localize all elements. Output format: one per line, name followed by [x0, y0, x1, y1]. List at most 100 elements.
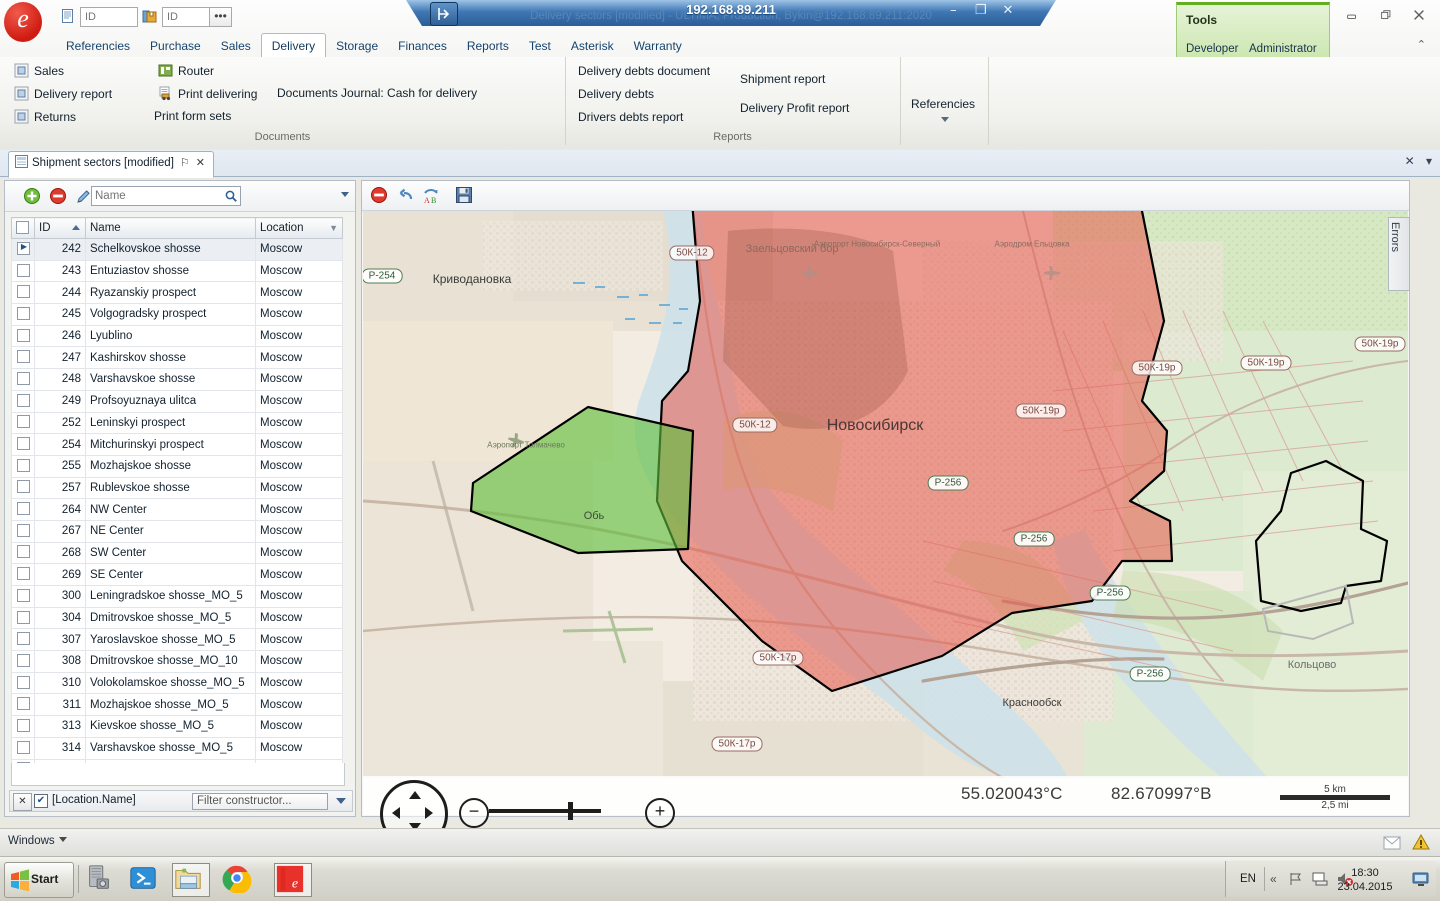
collapse-ribbon-button[interactable]: ⌃ [1417, 38, 1426, 51]
ribbon-item-router[interactable]: Router [158, 63, 214, 78]
taskbar-item-explorer[interactable] [172, 863, 210, 897]
cell-location[interactable]: Moscow [256, 499, 343, 521]
cell-location[interactable]: Moscow [256, 239, 343, 261]
cell-name[interactable]: Volgogradsky prospect [86, 304, 256, 326]
row-select-cell[interactable] [12, 369, 35, 391]
cell-location[interactable]: Moscow [256, 694, 343, 716]
cell-id[interactable]: 307 [35, 629, 86, 651]
column-header-location[interactable]: Location▼ [256, 218, 343, 239]
row-select-cell[interactable] [12, 260, 35, 282]
row-checkbox[interactable] [17, 676, 30, 689]
table-row[interactable]: 254Mitchurinskyi prospectMoscow [12, 434, 343, 456]
zoom-slider-track[interactable] [489, 809, 601, 813]
row-checkbox[interactable] [17, 394, 30, 407]
cell-name[interactable]: Volokolamskoe shosse_MO_5 [86, 672, 256, 694]
tab-purchase[interactable]: Purchase [140, 34, 211, 59]
row-checkbox[interactable] [17, 632, 30, 645]
delete-sector-button[interactable] [370, 186, 388, 204]
main-minimize-button[interactable] [1337, 8, 1367, 25]
table-row[interactable]: 257Rublevskoe shosseMoscow [12, 477, 343, 499]
network-icon[interactable] [1288, 871, 1304, 890]
ribbon-item-delivery-report[interactable]: Delivery report [14, 86, 112, 101]
pan-right-icon[interactable] [425, 807, 433, 819]
table-row[interactable]: 243Entuziastov shosseMoscow [12, 260, 343, 282]
taskbar-item-server-manager[interactable] [84, 863, 120, 895]
tab-storage[interactable]: Storage [326, 34, 388, 59]
taskbar-item-powershell[interactable] [128, 863, 164, 895]
main-close-button[interactable] [1404, 8, 1434, 25]
pin-icon[interactable]: ⚐ [180, 152, 190, 175]
row-checkbox[interactable] [17, 329, 30, 342]
cell-location[interactable]: Moscow [256, 347, 343, 369]
table-row[interactable]: 310Volokolamskoe shosse_MO_5Moscow [12, 672, 343, 694]
cell-id[interactable]: 246 [35, 325, 86, 347]
errors-side-tab[interactable]: Errors [1388, 217, 1410, 291]
cell-name[interactable]: Lyublino [86, 325, 256, 347]
ribbon-item-shipment-report[interactable]: Shipment report [740, 72, 825, 86]
row-select-cell[interactable] [12, 694, 35, 716]
cell-location[interactable]: Moscow [256, 412, 343, 434]
map-canvas[interactable]: КриводановкаНовосибирскЗаельцовский борА… [363, 211, 1408, 778]
cell-location[interactable]: Moscow [256, 282, 343, 304]
row-checkbox[interactable] [17, 697, 30, 710]
cell-id[interactable]: 245 [35, 304, 86, 326]
row-checkbox[interactable] [17, 589, 30, 602]
row-select-cell[interactable] [12, 347, 35, 369]
cell-name[interactable]: Profsoyuznaya ulitca [86, 390, 256, 412]
row-select-cell[interactable] [12, 737, 35, 759]
new-document-icon[interactable] [60, 8, 78, 26]
tab-asterisk[interactable]: Asterisk [561, 34, 624, 59]
cell-location[interactable]: Moscow [256, 629, 343, 651]
cell-location[interactable]: Moscow [256, 737, 343, 759]
cell-location[interactable]: Moscow [256, 716, 343, 738]
row-select-cell[interactable] [12, 564, 35, 586]
ribbon-item-drivers-debts-report[interactable]: Drivers debts report [578, 110, 683, 124]
row-select-cell[interactable] [12, 499, 35, 521]
row-checkbox[interactable] [17, 372, 30, 385]
zoom-slider-thumb[interactable] [568, 802, 573, 820]
document-menu-button[interactable]: ▾ [1426, 154, 1432, 168]
row-checkbox[interactable] [17, 480, 30, 493]
row-checkbox[interactable] [17, 545, 30, 558]
document-id-input[interactable] [80, 7, 138, 27]
cell-name[interactable]: Mozhajskoe shosse [86, 455, 256, 477]
start-button[interactable]: Start [4, 862, 74, 898]
chevron-down-icon[interactable] [941, 117, 949, 122]
grid-new-row[interactable] [11, 763, 345, 786]
grid-toolbar-dropdown[interactable] [341, 192, 349, 197]
table-row[interactable]: 244Ryazanskiy prospectMoscow [12, 282, 343, 304]
filter-enabled-checkbox[interactable]: ✔ [34, 794, 48, 808]
undo-button[interactable] [397, 186, 415, 204]
search-box[interactable] [91, 186, 241, 206]
close-button[interactable]: ✕ [996, 3, 1020, 18]
ribbon-item-returns[interactable]: Returns [14, 109, 76, 124]
ribbon-item-referencies[interactable]: Referencies [911, 97, 975, 111]
taskbar-item-ultima[interactable]: e [274, 863, 312, 897]
cell-id[interactable]: 310 [35, 672, 86, 694]
cell-id[interactable]: 268 [35, 542, 86, 564]
row-checkbox[interactable] [17, 719, 30, 732]
table-row[interactable]: 308Dmitrovskoe shosse_MO_10Moscow [12, 651, 343, 673]
cell-id[interactable]: 244 [35, 282, 86, 304]
cell-id[interactable]: 254 [35, 434, 86, 456]
cell-location[interactable]: Moscow [256, 390, 343, 412]
cell-location[interactable]: Moscow [256, 586, 343, 608]
row-checkbox[interactable] [17, 459, 30, 472]
message-icon[interactable] [1383, 839, 1404, 853]
cell-id[interactable]: 252 [35, 412, 86, 434]
cell-name[interactable]: Rublevskoe shosse [86, 477, 256, 499]
select-all-header[interactable] [12, 218, 35, 239]
cell-id[interactable]: 249 [35, 390, 86, 412]
row-checkbox[interactable] [17, 502, 30, 515]
ribbon-item-sales[interactable]: Sales [14, 63, 64, 78]
minimize-button[interactable]: – [941, 3, 965, 18]
cell-location[interactable]: Moscow [256, 477, 343, 499]
cell-name[interactable]: Mitchurinskyi prospect [86, 434, 256, 456]
cell-name[interactable]: Leningradskoe shosse_MO_5 [86, 586, 256, 608]
cell-name[interactable]: Kashirskov shosse [86, 347, 256, 369]
delete-record-button[interactable] [49, 187, 67, 205]
table-row[interactable]: 255Mozhajskoe shosseMoscow [12, 455, 343, 477]
ribbon-item-print-form-sets[interactable]: Print form sets [154, 109, 231, 123]
row-checkbox[interactable] [17, 567, 30, 580]
cell-name[interactable]: Ryazanskiy prospect [86, 282, 256, 304]
